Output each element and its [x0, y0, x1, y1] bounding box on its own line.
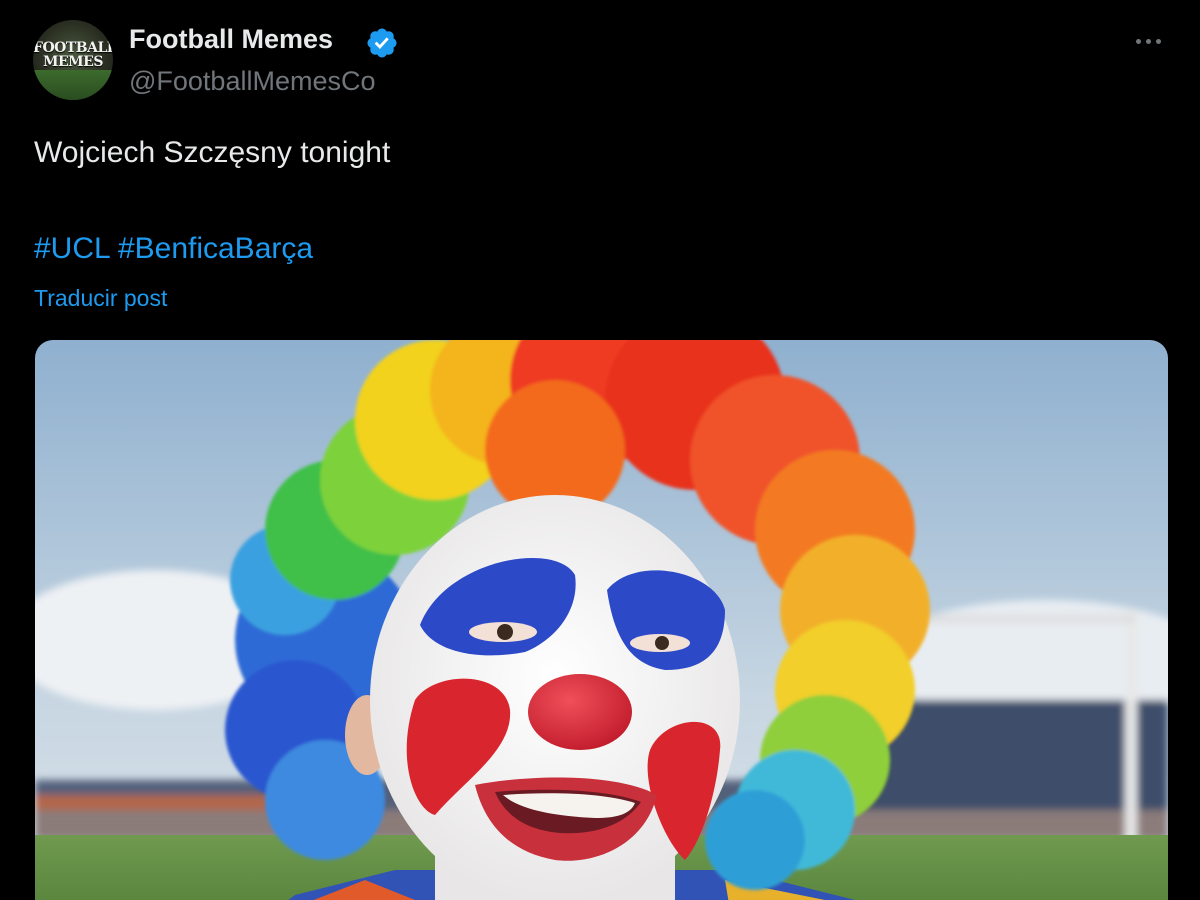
verified-badge-icon: [367, 28, 397, 58]
avatar-logo-line-2: MEMES: [43, 54, 103, 70]
author-handle[interactable]: @FootballMemesCo: [129, 66, 376, 97]
more-options-icon[interactable]: [1126, 28, 1170, 54]
author-display-name[interactable]: Football Memes: [129, 24, 333, 55]
more-dot: [1145, 38, 1151, 44]
tweet-card: FOOTBALL MEMES Football Memes @FootballM…: [0, 0, 1200, 900]
more-dot: [1155, 38, 1161, 44]
avatar[interactable]: FOOTBALL MEMES: [33, 20, 113, 100]
translate-post-link[interactable]: Traducir post: [34, 285, 167, 312]
hashtags: #UCL #BenficaBarça: [34, 232, 313, 266]
clown-photo: [35, 340, 1168, 900]
more-dot: [1135, 38, 1141, 44]
tweet-media-image[interactable]: [35, 340, 1168, 900]
avatar-field: [33, 70, 113, 100]
tweet-text: Wojciech Szczęsny tonight: [34, 136, 391, 169]
hashtag-ucl[interactable]: #UCL: [34, 232, 110, 265]
hashtag-benficabarca[interactable]: #BenficaBarça: [118, 232, 313, 265]
